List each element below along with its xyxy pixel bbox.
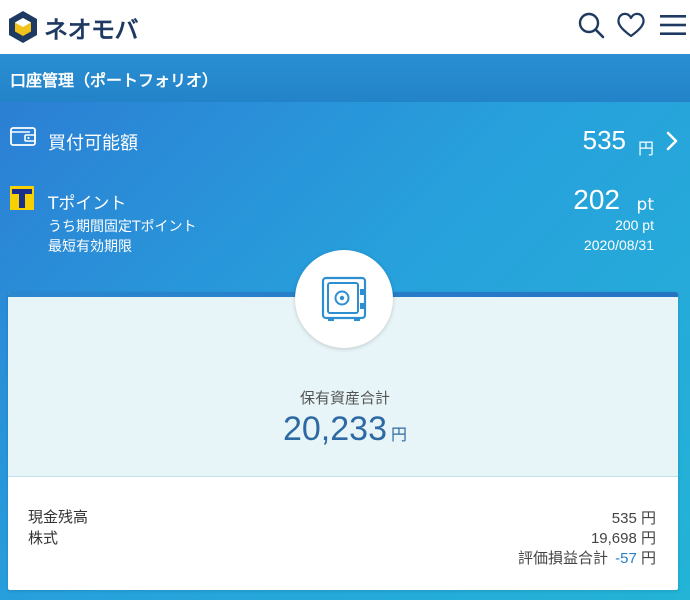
page-title: 口座管理（ポートフォリオ） — [10, 71, 219, 90]
page-title-bar: 口座管理（ポートフォリオ） — [0, 54, 690, 102]
buying-power-label: 買付可能額 — [48, 133, 138, 154]
safe-badge — [295, 250, 393, 348]
heart-icon — [617, 12, 645, 38]
total-assets-value: 20,233 — [282, 410, 387, 448]
menu-button[interactable] — [658, 10, 688, 40]
safe-icon — [321, 276, 367, 321]
fixed-tpoint-label: うち期間固定Tポイント — [48, 219, 197, 235]
chevron-right-icon — [666, 131, 678, 151]
unrealized-pl-group: -57 円 — [615, 547, 656, 568]
search-button[interactable] — [576, 10, 606, 40]
buying-power-row[interactable]: 買付可能額 535 円 — [0, 102, 690, 170]
total-assets-unit: 円 — [390, 425, 407, 444]
tpoint-logo-icon — [10, 186, 34, 210]
logo-mark-icon — [9, 11, 37, 43]
fixed-tpoint-value: 200 pt — [615, 217, 654, 233]
app-header: ネオモバ — [0, 0, 690, 54]
cash-balance-label: 現金残高 — [28, 508, 89, 526]
expiry-value: 2020/08/31 — [583, 237, 654, 253]
menu-icon — [660, 15, 686, 35]
total-assets-row: 20,233 円 — [0, 410, 690, 449]
tpoint-value: 202 — [573, 184, 620, 215]
total-assets-label: 保有資産合計 — [299, 389, 390, 407]
logo-text: ネオモバ — [44, 15, 139, 44]
unrealized-pl-unit: 円 — [640, 550, 656, 567]
tpoint-label: Tポイント — [48, 194, 127, 214]
wallet-icon — [10, 127, 36, 146]
search-icon — [578, 12, 605, 39]
stocks-value: 19,698 円 — [590, 530, 656, 547]
stocks-label: 株式 — [28, 529, 59, 547]
cash-balance-value: 535 円 — [611, 510, 656, 527]
favorites-button[interactable] — [616, 10, 646, 40]
expiry-label: 最短有効期限 — [48, 239, 132, 255]
buying-power-unit: 円 — [637, 139, 654, 158]
neomoba-logo[interactable]: ネオモバ — [8, 9, 139, 45]
buying-power-amount: 535 — [582, 125, 626, 155]
unrealized-pl-value: -57 — [615, 550, 637, 567]
unrealized-pl-label: 評価損益合計 — [517, 549, 608, 567]
tpoint-unit: pt — [636, 195, 654, 215]
